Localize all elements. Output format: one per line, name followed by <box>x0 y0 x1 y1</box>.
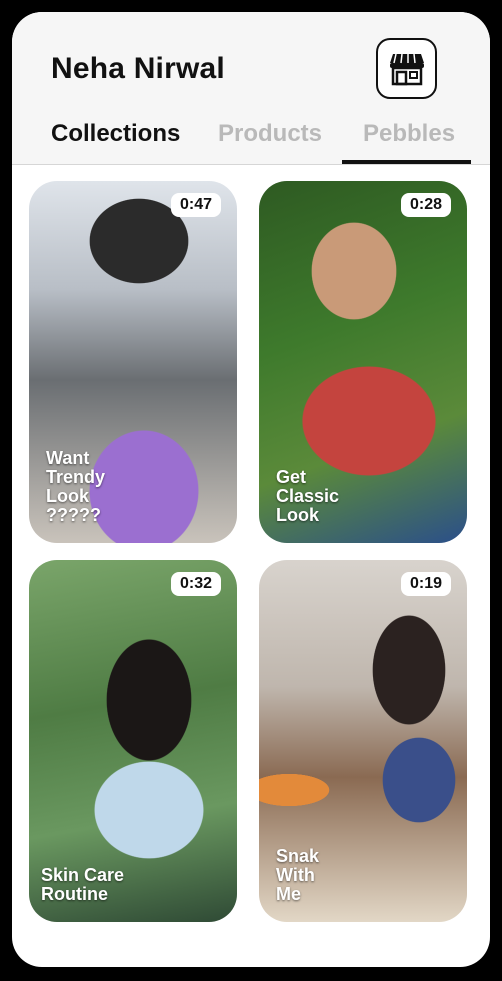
header-divider <box>12 164 490 165</box>
profile-header: Neha Nirwal Collections Products Pebbles <box>12 12 490 164</box>
video-caption: Skin Care Routine <box>41 865 125 904</box>
video-caption: Snak With Me <box>276 846 320 904</box>
tab-products[interactable]: Products <box>218 120 322 148</box>
video-caption: Want Trendy Look ????? <box>46 448 106 525</box>
video-card[interactable]: 0:28 Get Classic Look <box>259 181 467 543</box>
phone-frame: Neha Nirwal Collections Products Pebbles <box>0 0 502 981</box>
profile-name: Neha Nirwal <box>51 52 225 85</box>
app-screen: Neha Nirwal Collections Products Pebbles <box>12 12 490 967</box>
video-duration-badge: 0:32 <box>170 572 221 596</box>
video-card[interactable]: 0:32 Skin Care Routine <box>29 560 237 922</box>
shop-button[interactable] <box>376 38 437 99</box>
store-icon <box>389 53 424 85</box>
video-duration-badge: 0:47 <box>170 193 221 217</box>
video-duration-badge: 0:28 <box>400 193 451 217</box>
video-card[interactable]: 0:47 Want Trendy Look ????? <box>29 181 237 543</box>
video-card[interactable]: 0:19 Snak With Me <box>259 560 467 922</box>
tab-pebbles[interactable]: Pebbles <box>363 120 455 148</box>
video-duration-badge: 0:19 <box>400 572 451 596</box>
profile-tabs: Collections Products Pebbles <box>12 112 490 164</box>
video-caption: Get Classic Look <box>276 467 340 525</box>
tab-collections[interactable]: Collections <box>51 120 180 148</box>
